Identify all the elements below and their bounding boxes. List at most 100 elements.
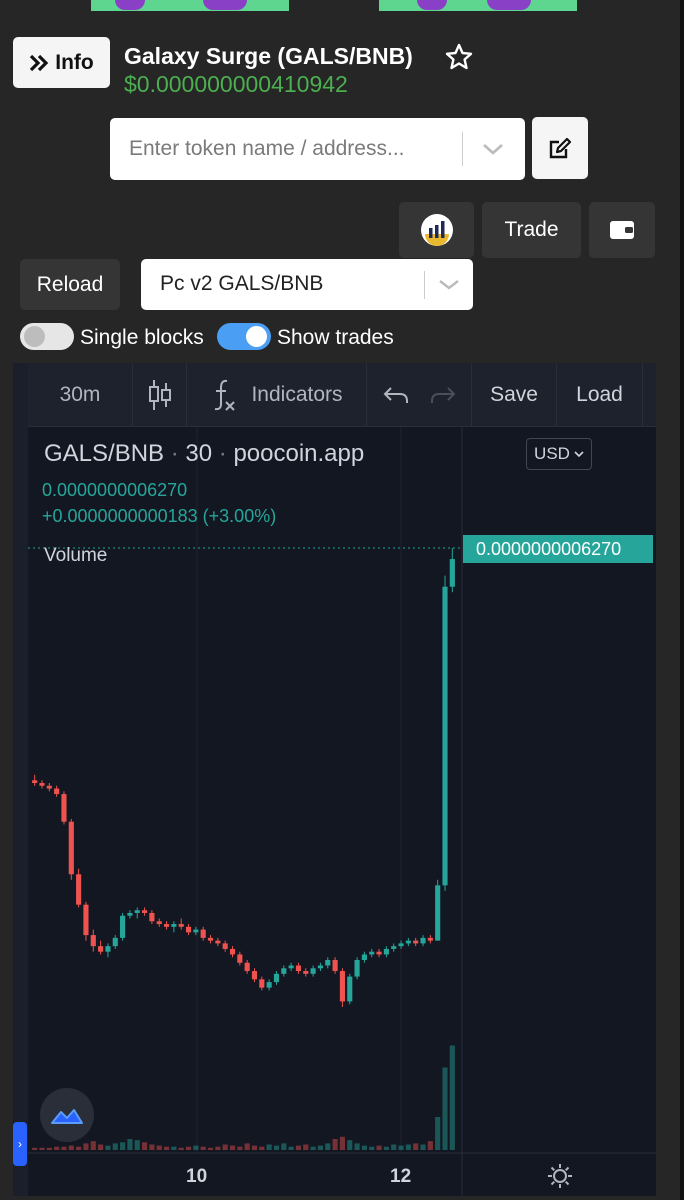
candle-body bbox=[281, 968, 287, 974]
volume-bar bbox=[142, 1142, 148, 1150]
legend-symbol: GALS/BNB bbox=[44, 440, 165, 467]
candle-body bbox=[163, 924, 170, 927]
volume-bar bbox=[61, 1146, 67, 1150]
star-icon[interactable] bbox=[444, 42, 474, 72]
volume-bar bbox=[420, 1144, 426, 1150]
indicators-button[interactable]: Indicators bbox=[188, 363, 366, 427]
wallet-button[interactable] bbox=[589, 202, 655, 258]
volume-bar bbox=[215, 1146, 221, 1150]
candle-body bbox=[229, 948, 236, 955]
undo-button[interactable] bbox=[373, 363, 418, 427]
candle-body bbox=[303, 971, 309, 974]
volume-bar bbox=[39, 1147, 45, 1150]
candle-body bbox=[178, 924, 184, 927]
function-icon bbox=[215, 379, 236, 411]
chart-legend-title: GALS/BNB · 30 · poocoin.app bbox=[44, 440, 364, 468]
redo-button[interactable] bbox=[420, 363, 465, 427]
banner-blob bbox=[487, 0, 531, 10]
edit-button[interactable] bbox=[532, 117, 588, 179]
chart-type-button[interactable] bbox=[133, 363, 186, 427]
tradingview-logo-icon bbox=[51, 1109, 83, 1124]
x-axis-tick: 10 bbox=[186, 1166, 208, 1187]
candle-body bbox=[347, 976, 353, 1002]
candle-body bbox=[361, 954, 367, 960]
candle-body bbox=[251, 971, 258, 980]
candle-body bbox=[200, 929, 206, 938]
edit-icon bbox=[549, 137, 572, 159]
charts-button[interactable] bbox=[399, 202, 474, 258]
bottom-edge bbox=[13, 1196, 656, 1200]
banner-blob bbox=[203, 0, 247, 10]
candle-body bbox=[127, 912, 133, 916]
volume-bar bbox=[134, 1140, 140, 1150]
trade-button[interactable]: Trade bbox=[482, 202, 581, 258]
redo-icon bbox=[430, 387, 455, 403]
legend-separator: · bbox=[218, 440, 234, 467]
show-trades-toggle[interactable] bbox=[217, 323, 271, 350]
volume-bar bbox=[369, 1146, 375, 1150]
volume-bar bbox=[259, 1146, 265, 1150]
undo-icon bbox=[383, 387, 408, 403]
legend-change: +0.0000000000183 (+3.00%) bbox=[42, 506, 277, 526]
candle-body bbox=[237, 954, 243, 963]
single-blocks-toggle[interactable] bbox=[20, 323, 74, 350]
volume-bar bbox=[229, 1145, 236, 1150]
legend-last-value: 0.0000000006270 bbox=[42, 480, 188, 500]
candle-body bbox=[76, 874, 82, 905]
candle-body bbox=[46, 785, 52, 789]
save-button[interactable]: Save bbox=[472, 363, 556, 427]
volume-bar bbox=[46, 1147, 52, 1150]
candle-body bbox=[90, 935, 96, 947]
screen-edge bbox=[680, 0, 684, 1200]
candle-body bbox=[310, 968, 316, 974]
volume-bar bbox=[251, 1145, 258, 1150]
banner-segment bbox=[91, 0, 289, 11]
x-axis-tick: 12 bbox=[390, 1166, 412, 1187]
volume-bar bbox=[156, 1145, 162, 1150]
volume-bar bbox=[266, 1144, 272, 1150]
volume-bar bbox=[449, 1045, 455, 1150]
toggle-knob bbox=[24, 326, 45, 347]
load-button[interactable]: Load bbox=[557, 363, 642, 427]
candle-body bbox=[215, 940, 221, 944]
candle-body bbox=[171, 924, 177, 927]
volume-bar bbox=[325, 1143, 331, 1150]
volume-bar bbox=[149, 1144, 155, 1150]
candle-body bbox=[288, 965, 294, 969]
interval-button[interactable]: 30m bbox=[28, 363, 132, 427]
toolbar-divider bbox=[642, 363, 643, 427]
chevron-down-icon[interactable] bbox=[480, 140, 506, 158]
volume-bar bbox=[347, 1140, 353, 1150]
tradingview-logo[interactable] bbox=[40, 1088, 94, 1142]
volume-bar bbox=[427, 1141, 433, 1150]
candle-body bbox=[405, 940, 411, 944]
sidebar-expand-handle[interactable]: › bbox=[13, 1122, 27, 1166]
banner-segment bbox=[379, 0, 577, 11]
pair-select[interactable]: Pc v2 GALS/BNB bbox=[141, 259, 473, 310]
info-button-label: Info bbox=[55, 50, 94, 74]
currency-select[interactable]: USD bbox=[526, 438, 592, 470]
chevron-down-icon[interactable] bbox=[437, 276, 461, 293]
candle-body bbox=[266, 982, 272, 988]
search-input[interactable] bbox=[110, 118, 460, 180]
settings-sun-icon[interactable] bbox=[547, 1163, 573, 1189]
candle-body bbox=[435, 885, 441, 941]
candle-body bbox=[68, 821, 74, 875]
candle-body bbox=[420, 937, 426, 944]
volume-bar bbox=[98, 1144, 104, 1150]
volume-bar bbox=[105, 1145, 111, 1150]
candle-body bbox=[332, 959, 338, 972]
reload-button[interactable]: Reload bbox=[20, 259, 120, 310]
candle-body bbox=[142, 910, 148, 913]
toolbar-divider bbox=[366, 363, 367, 427]
volume-bar bbox=[193, 1145, 199, 1150]
volume-bar bbox=[127, 1139, 133, 1150]
token-search[interactable] bbox=[110, 118, 525, 180]
candle-body bbox=[259, 979, 265, 988]
legend-interval: 30 bbox=[185, 440, 213, 467]
currency-label: USD bbox=[534, 444, 570, 463]
volume-bar bbox=[354, 1143, 360, 1150]
volume-bar bbox=[200, 1146, 206, 1150]
candle-body bbox=[185, 926, 192, 933]
info-button[interactable]: Info bbox=[13, 37, 110, 88]
